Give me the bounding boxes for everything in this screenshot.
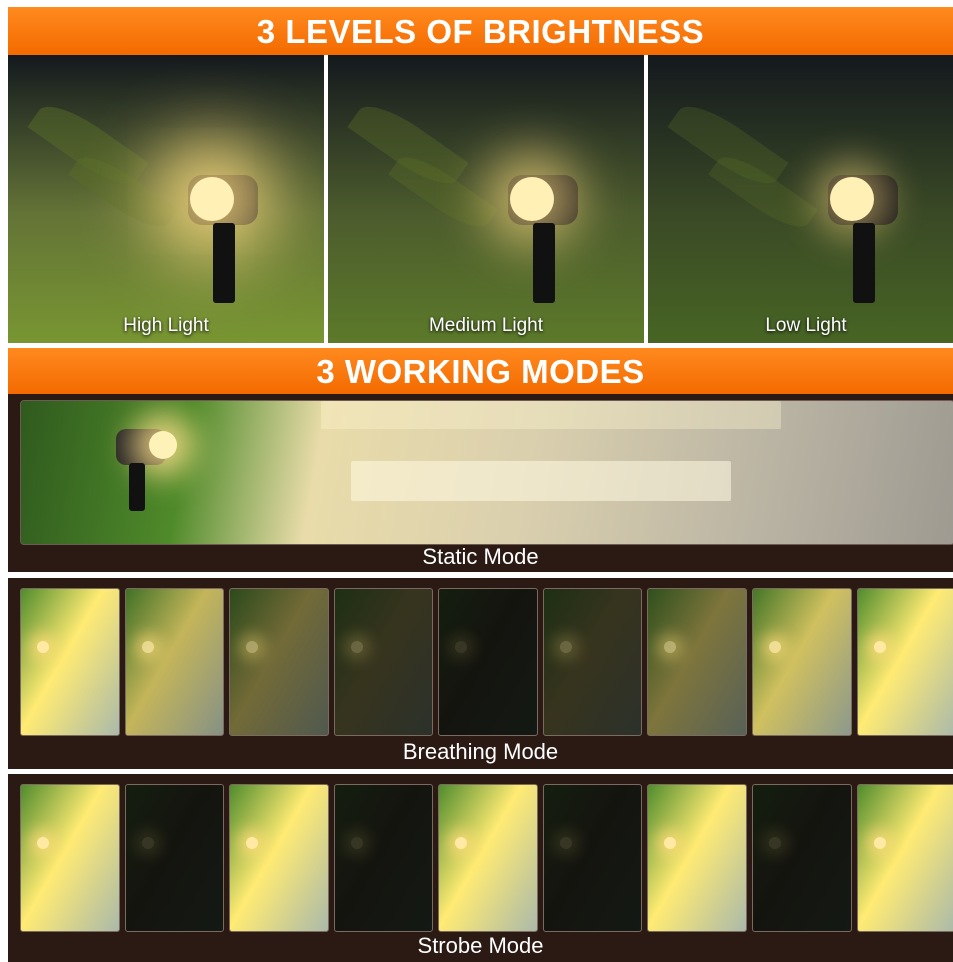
low-light-scene (648, 55, 953, 343)
static-mode-label: Static Mode (422, 544, 539, 569)
spotlight-glow (37, 837, 49, 849)
spotlight-glow (37, 641, 49, 653)
spotlight-glow (246, 837, 259, 849)
paver (351, 461, 731, 501)
strobe-mode-section: Strobe Mode (8, 774, 953, 962)
high-light-label: High Light (123, 315, 209, 336)
strobe-mode-label: Strobe Mode (417, 933, 544, 958)
spotlight-stake (853, 223, 875, 303)
spotlight-glow (246, 641, 259, 653)
mode-frame (542, 784, 643, 932)
spotlight-glow (873, 837, 886, 849)
spotlight-stake (533, 223, 555, 303)
spotlight-glow (559, 837, 572, 849)
paver (321, 401, 781, 429)
spotlight-glow (768, 837, 781, 849)
spotlight-glow (190, 177, 234, 221)
spotlight-glow (559, 641, 572, 653)
medium-light-scene (328, 55, 644, 343)
mode-frame (20, 588, 120, 736)
mode-frame (333, 588, 434, 736)
spotlight-stake (129, 463, 145, 511)
static-mode-section: Static Mode (8, 394, 953, 572)
strobe-frames (20, 784, 953, 932)
medium-light-panel: Medium Light (328, 55, 644, 343)
spotlight-glow (350, 837, 363, 849)
spotlight-glow (664, 641, 677, 653)
mode-frame (229, 784, 329, 932)
mode-frame (751, 588, 852, 736)
spotlight-glow (664, 837, 677, 849)
mode-frame (856, 588, 953, 736)
mode-frame (124, 588, 225, 736)
mode-frame (438, 588, 538, 736)
spotlight-glow (830, 177, 874, 221)
breathing-frames (20, 588, 953, 736)
spotlight-glow (455, 837, 468, 849)
high-light-scene (8, 55, 324, 343)
mode-frame (124, 784, 225, 932)
modes-banner: 3 WORKING MODES (8, 348, 953, 394)
low-light-label: Low Light (765, 315, 847, 336)
mode-frame (20, 784, 120, 932)
mode-frame (647, 784, 747, 932)
medium-light-label: Medium Light (428, 315, 544, 336)
breathing-mode-section: Breathing Mode (8, 578, 953, 769)
spotlight-glow (510, 177, 554, 221)
spotlight-glow (768, 641, 781, 653)
spotlight-glow (141, 641, 154, 653)
low-light-panel: Low Light (648, 55, 953, 343)
spotlight-stake (213, 223, 235, 303)
breathing-mode-label: Breathing Mode (402, 739, 559, 764)
spotlight-glow (149, 431, 177, 459)
spotlight-glow (141, 837, 154, 849)
brightness-banner: 3 LEVELS OF BRIGHTNESS (8, 7, 953, 55)
static-mode-scene (20, 400, 953, 545)
mode-frame (856, 784, 953, 932)
mode-frame (542, 588, 643, 736)
spotlight-glow (350, 641, 363, 653)
high-light-panel: High Light (8, 55, 324, 343)
mode-frame (751, 784, 852, 932)
spotlight-glow (873, 641, 886, 653)
mode-frame (647, 588, 747, 736)
mode-frame (438, 784, 538, 932)
mode-frame (229, 588, 329, 736)
spotlight-glow (455, 641, 468, 653)
mode-frame (333, 784, 434, 932)
